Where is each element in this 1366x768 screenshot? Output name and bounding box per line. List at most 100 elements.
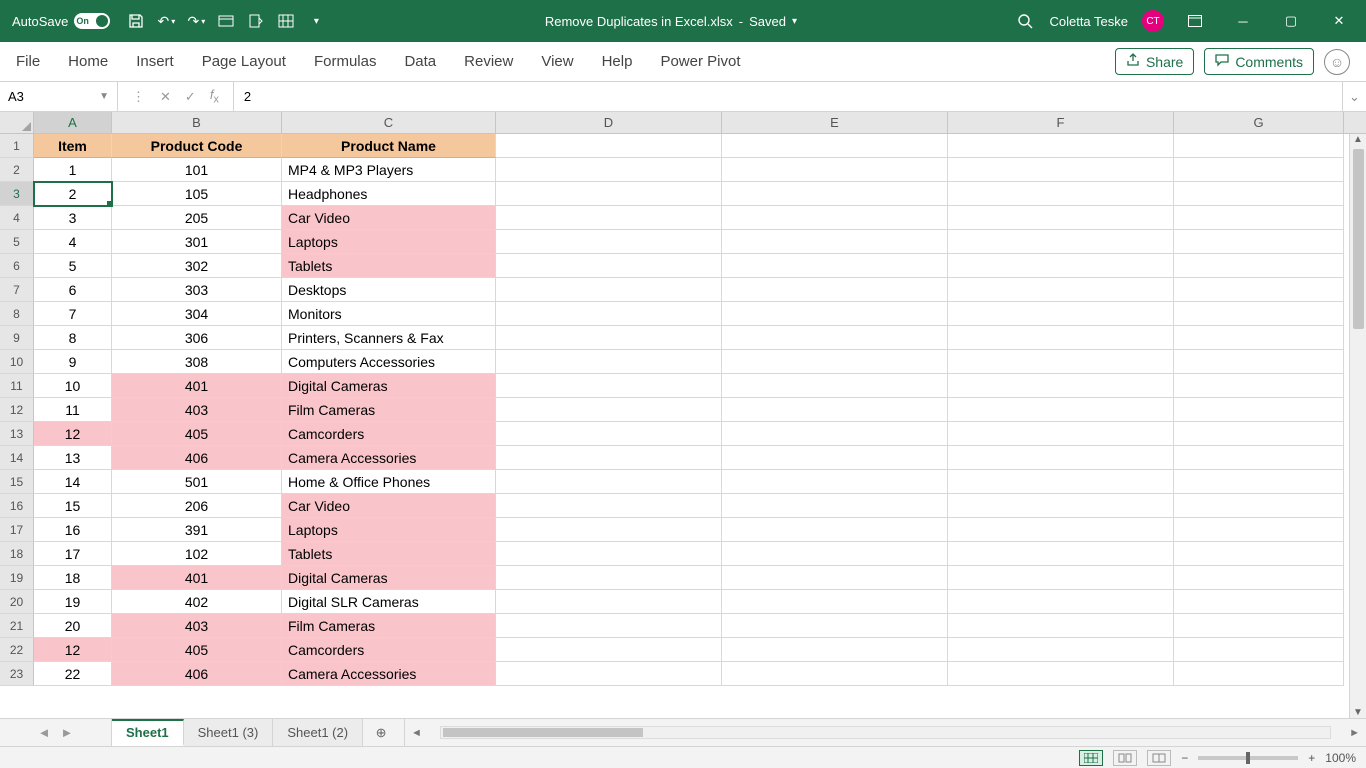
cell-B2[interactable]: 101 [112,158,282,182]
row-header-3[interactable]: 3 [0,182,34,206]
row-header-17[interactable]: 17 [0,518,34,542]
cell-C22[interactable]: Camcorders [282,638,496,662]
cell-F15[interactable] [948,470,1174,494]
cell-B7[interactable]: 303 [112,278,282,302]
redo-icon[interactable]: ↷▾ [186,11,206,31]
cell-B12[interactable]: 403 [112,398,282,422]
cell-B21[interactable]: 403 [112,614,282,638]
row-header-16[interactable]: 16 [0,494,34,518]
cell-C12[interactable]: Film Cameras [282,398,496,422]
row-header-21[interactable]: 21 [0,614,34,638]
row-header-19[interactable]: 19 [0,566,34,590]
cell-C8[interactable]: Monitors [282,302,496,326]
cell-G21[interactable] [1174,614,1344,638]
cell-B6[interactable]: 302 [112,254,282,278]
cell-E3[interactable] [722,182,948,206]
cell-G4[interactable] [1174,206,1344,230]
cell-B17[interactable]: 391 [112,518,282,542]
cell-C17[interactable]: Laptops [282,518,496,542]
row-header-6[interactable]: 6 [0,254,34,278]
cell-G20[interactable] [1174,590,1344,614]
minimize-icon[interactable]: ─ [1226,0,1260,42]
cell-A5[interactable]: 4 [34,230,112,254]
cell-B4[interactable]: 205 [112,206,282,230]
cell-D7[interactable] [496,278,722,302]
cell-C1[interactable]: Product Name [282,134,496,158]
cell-A23[interactable]: 22 [34,662,112,686]
cell-A8[interactable]: 7 [34,302,112,326]
cell-E10[interactable] [722,350,948,374]
hscroll-right-icon[interactable]: ► [1349,727,1360,739]
cell-A18[interactable]: 17 [34,542,112,566]
zoom-level[interactable]: 100% [1325,751,1356,765]
cell-F14[interactable] [948,446,1174,470]
user-name[interactable]: Coletta Teske [1049,14,1128,29]
cell-B9[interactable]: 306 [112,326,282,350]
cell-F9[interactable] [948,326,1174,350]
cell-A3[interactable]: 2 [34,182,112,206]
column-header-F[interactable]: F [948,112,1174,133]
page-break-view-button[interactable] [1147,750,1171,766]
cell-D18[interactable] [496,542,722,566]
cell-G1[interactable] [1174,134,1344,158]
hscroll-left-icon[interactable]: ◄ [411,727,422,739]
cell-F22[interactable] [948,638,1174,662]
cell-E4[interactable] [722,206,948,230]
cell-A10[interactable]: 9 [34,350,112,374]
cell-A2[interactable]: 1 [34,158,112,182]
new-sheet-button[interactable]: ⊕ [363,719,399,746]
cell-B19[interactable]: 401 [112,566,282,590]
cell-D12[interactable] [496,398,722,422]
vertical-scrollbar[interactable]: ▲ ▼ [1349,134,1366,718]
cell-D19[interactable] [496,566,722,590]
cell-D16[interactable] [496,494,722,518]
cell-G6[interactable] [1174,254,1344,278]
ribbon-tab-file[interactable]: File [16,53,40,70]
cell-F6[interactable] [948,254,1174,278]
ribbon-tab-help[interactable]: Help [602,53,633,70]
formula-bar-expand-icon[interactable]: ⌄ [1342,82,1366,111]
cell-G18[interactable] [1174,542,1344,566]
cell-C2[interactable]: MP4 & MP3 Players [282,158,496,182]
cell-G7[interactable] [1174,278,1344,302]
cell-E1[interactable] [722,134,948,158]
cancel-icon[interactable]: ✕ [160,89,171,105]
cell-C10[interactable]: Computers Accessories [282,350,496,374]
undo-icon[interactable]: ↶▾ [156,11,176,31]
cell-D13[interactable] [496,422,722,446]
ribbon-tab-data[interactable]: Data [404,53,436,70]
cell-A19[interactable]: 18 [34,566,112,590]
cell-C9[interactable]: Printers, Scanners & Fax [282,326,496,350]
cell-D21[interactable] [496,614,722,638]
row-header-14[interactable]: 14 [0,446,34,470]
cell-E15[interactable] [722,470,948,494]
cell-F10[interactable] [948,350,1174,374]
cell-A20[interactable]: 19 [34,590,112,614]
scroll-down-icon[interactable]: ▼ [1353,707,1363,718]
row-header-8[interactable]: 8 [0,302,34,326]
row-header-2[interactable]: 2 [0,158,34,182]
cell-A13[interactable]: 12 [34,422,112,446]
row-header-15[interactable]: 15 [0,470,34,494]
zoom-slider[interactable] [1198,756,1298,760]
cell-D23[interactable] [496,662,722,686]
share-button[interactable]: Share [1115,48,1194,75]
cell-E16[interactable] [722,494,948,518]
cell-A15[interactable]: 14 [34,470,112,494]
ribbon-tab-insert[interactable]: Insert [136,53,174,70]
cell-B3[interactable]: 105 [112,182,282,206]
ribbon-tab-home[interactable]: Home [68,53,108,70]
cell-F18[interactable] [948,542,1174,566]
cell-D2[interactable] [496,158,722,182]
cell-F16[interactable] [948,494,1174,518]
cell-D10[interactable] [496,350,722,374]
cell-C23[interactable]: Camera Accessories [282,662,496,686]
cell-C5[interactable]: Laptops [282,230,496,254]
row-header-18[interactable]: 18 [0,542,34,566]
row-header-7[interactable]: 7 [0,278,34,302]
cell-G19[interactable] [1174,566,1344,590]
cell-F8[interactable] [948,302,1174,326]
cell-D5[interactable] [496,230,722,254]
cell-G23[interactable] [1174,662,1344,686]
cell-G3[interactable] [1174,182,1344,206]
